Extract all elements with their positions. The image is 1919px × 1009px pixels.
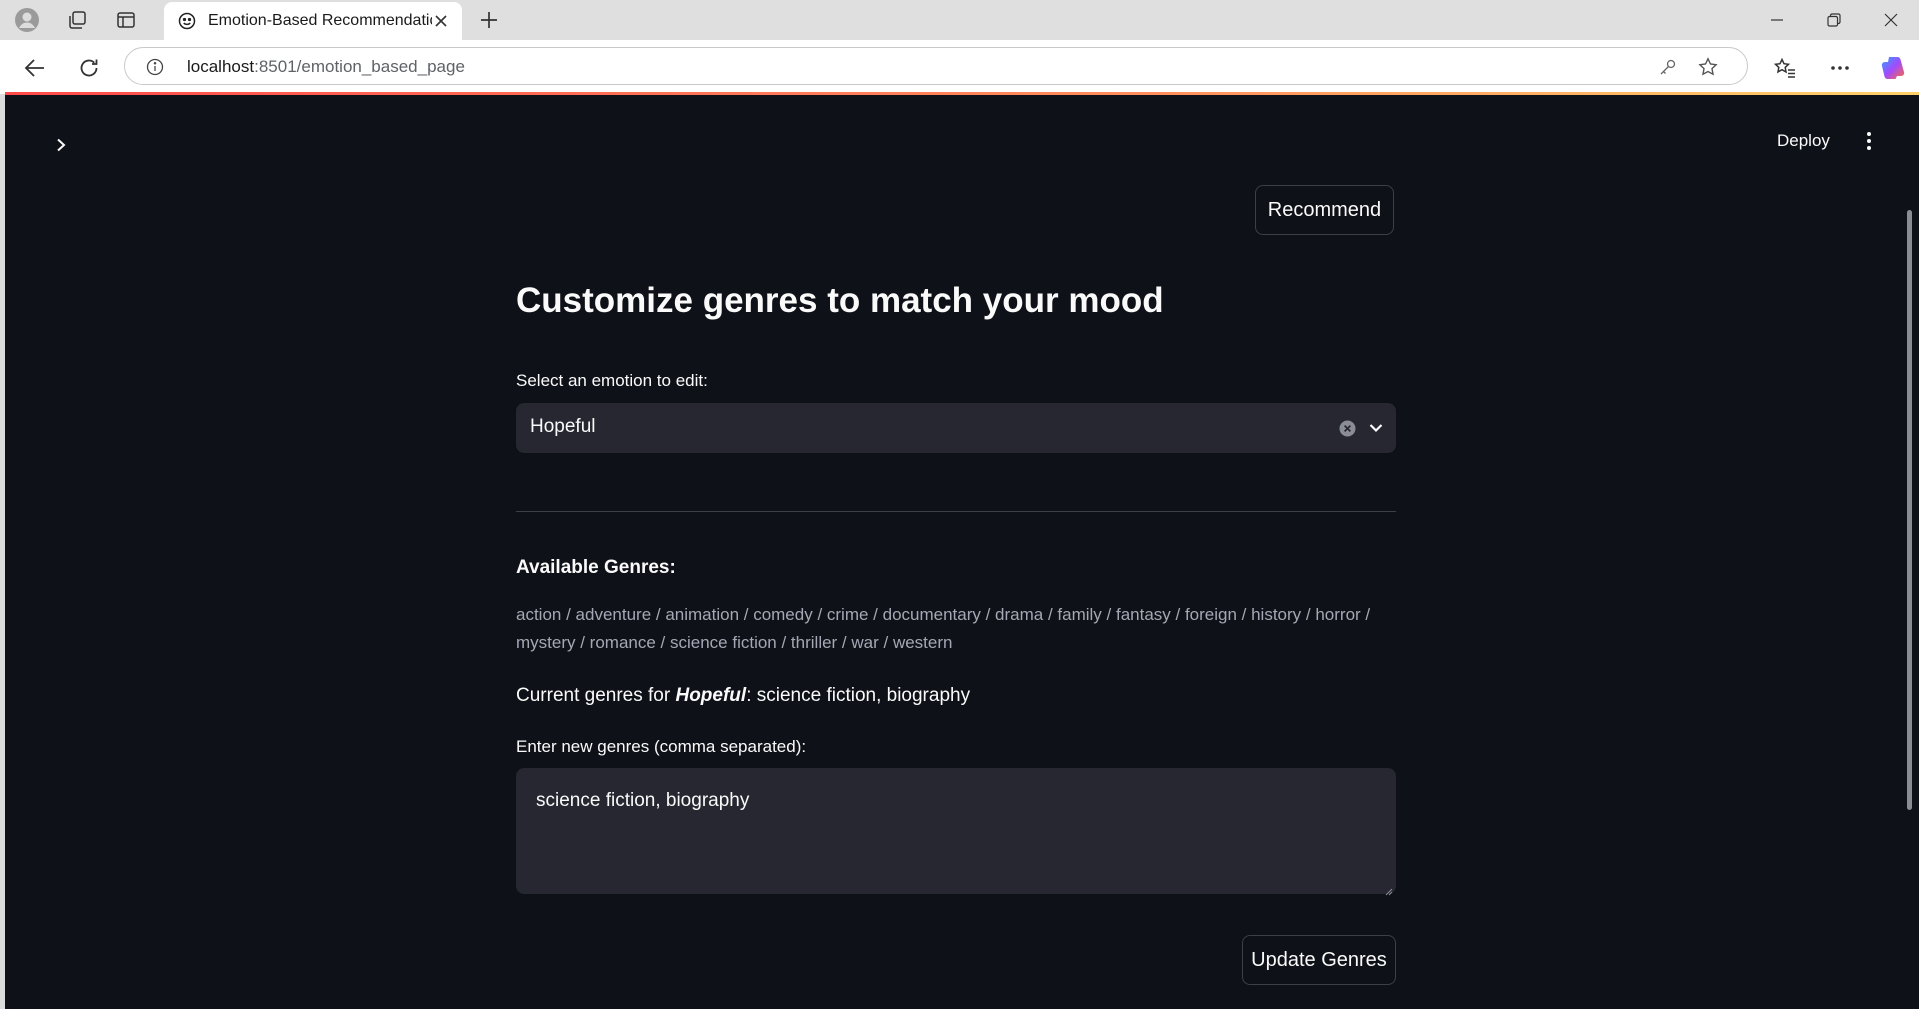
password-key-icon[interactable]: [1657, 56, 1679, 78]
minimize-icon[interactable]: [1749, 0, 1805, 40]
restore-icon[interactable]: [1806, 0, 1862, 40]
recommend-button[interactable]: Recommend: [1255, 185, 1394, 235]
browser-tab-bar: Emotion-Based Recommendation: [0, 0, 1919, 40]
profile-icon[interactable]: [12, 6, 42, 34]
url-path: :8501/emotion_based_page: [254, 57, 465, 76]
current-genres-text: Current genres for Hopeful: science fict…: [516, 685, 970, 707]
site-info-icon[interactable]: [145, 57, 165, 77]
available-genres-list: action / adventure / animation / comedy …: [516, 605, 1371, 652]
emotion-select-label: Select an emotion to edit:: [516, 371, 708, 390]
emotion-select-value: Hopeful: [530, 416, 596, 437]
page-title: Customize genres to match your mood: [516, 281, 1164, 320]
close-tab-icon[interactable]: [432, 12, 450, 30]
current-genres-prefix: Current genres for: [516, 685, 676, 706]
main-menu-kebab-icon[interactable]: [1855, 127, 1883, 155]
current-genres-emotion: Hopeful: [675, 685, 747, 706]
favorites-icon[interactable]: [1769, 52, 1801, 84]
active-tab[interactable]: Emotion-Based Recommendation: [164, 2, 462, 40]
new-tab-icon[interactable]: [474, 6, 504, 34]
url-host: localhost: [187, 57, 255, 76]
page-scrollbar[interactable]: [1907, 210, 1912, 810]
emotion-select[interactable]: Hopeful: [516, 403, 1396, 453]
browser-toolbar: localhost:8501/emotion_based_page: [0, 40, 1919, 94]
collections-icon[interactable]: [62, 6, 92, 34]
reload-icon[interactable]: [72, 51, 106, 85]
copilot-icon[interactable]: [1878, 52, 1910, 84]
url-text: localhost:8501/emotion_based_page: [187, 57, 465, 77]
update-genres-button[interactable]: Update Genres: [1242, 935, 1396, 985]
available-genres-heading: Available Genres:: [516, 557, 676, 578]
deploy-button[interactable]: Deploy: [1771, 125, 1836, 157]
back-arrow-icon[interactable]: [18, 51, 52, 85]
address-bar[interactable]: localhost:8501/emotion_based_page: [124, 47, 1748, 85]
smiley-favicon-icon: [178, 12, 196, 30]
current-genres-list: : science fiction, biography: [746, 685, 971, 706]
section-divider: [516, 511, 1396, 512]
resize-handle-icon[interactable]: [1385, 883, 1393, 896]
close-window-icon[interactable]: [1863, 0, 1919, 40]
new-genres-textarea[interactable]: science fiction, biography: [516, 768, 1396, 894]
tab-title: Emotion-Based Recommendation: [208, 12, 432, 29]
clear-selection-icon[interactable]: [1338, 419, 1356, 437]
more-options-icon[interactable]: [1824, 52, 1856, 84]
expand-sidebar-chevron-icon[interactable]: [47, 131, 75, 159]
app-main: Deploy Recommend Customize genres to mat…: [5, 95, 1919, 1009]
chevron-down-icon[interactable]: [1366, 418, 1386, 438]
favorite-star-icon[interactable]: [1697, 56, 1719, 78]
new-genres-label: Enter new genres (comma separated):: [516, 737, 807, 756]
vertical-tabs-icon[interactable]: [111, 6, 141, 34]
